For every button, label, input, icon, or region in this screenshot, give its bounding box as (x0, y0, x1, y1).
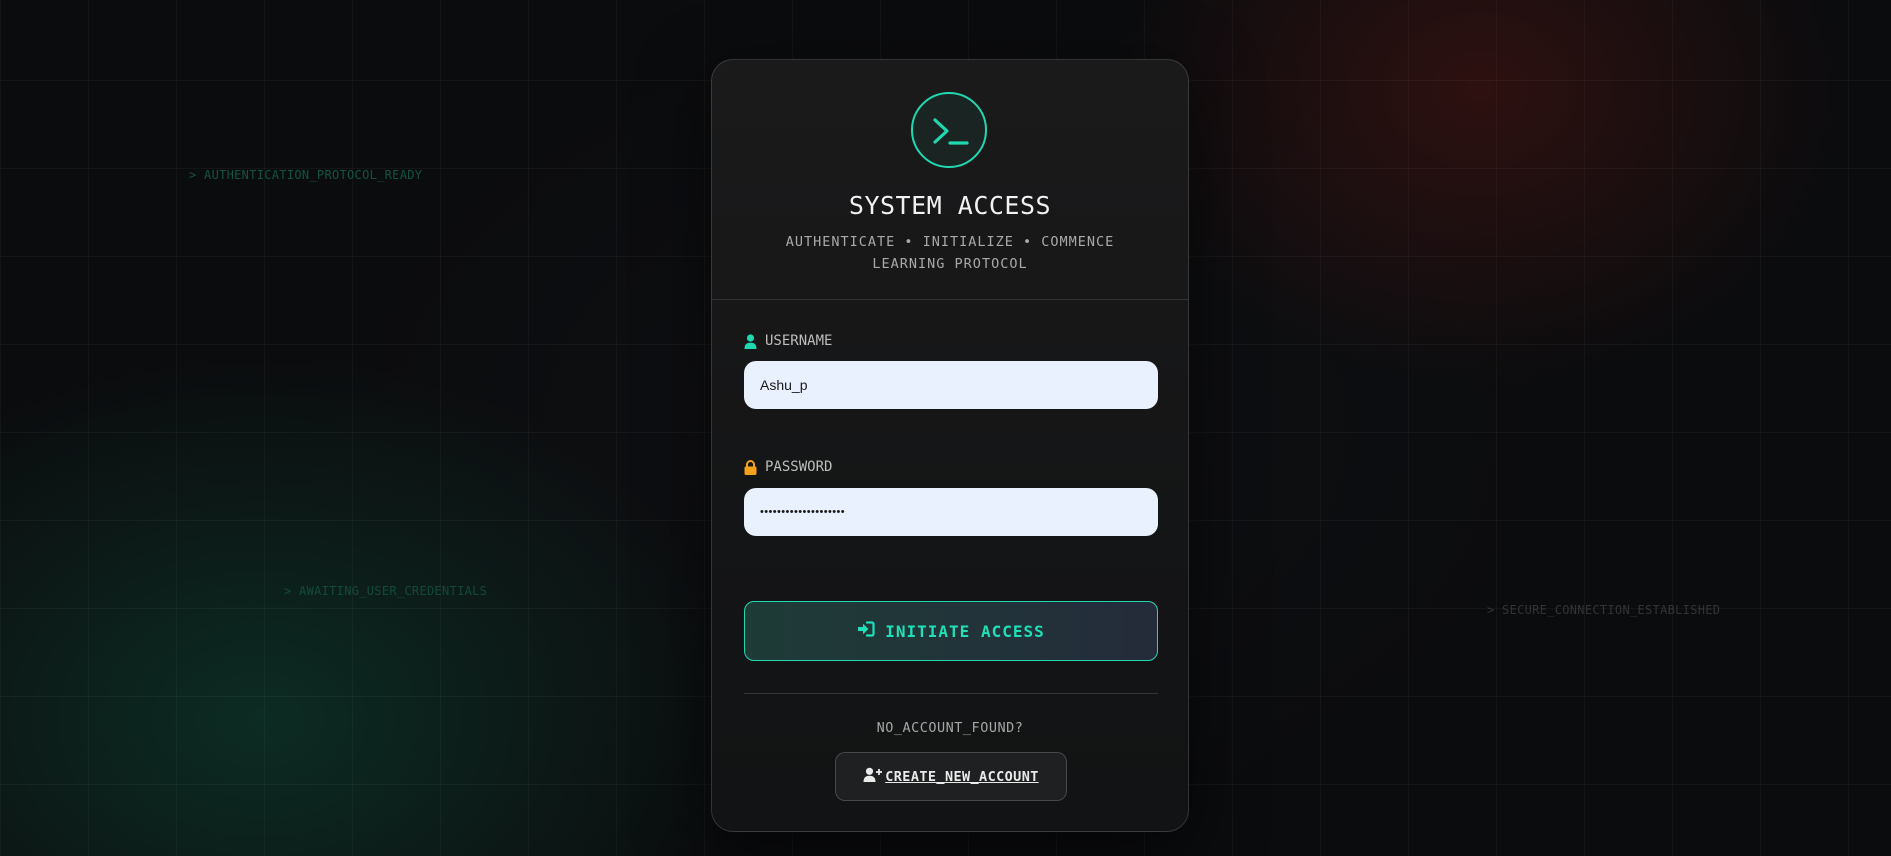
login-card: SYSTEM ACCESS AUTHENTICATE • INITIALIZE … (711, 59, 1189, 832)
lock-icon (744, 459, 757, 475)
initiate-access-button[interactable]: INITIATE ACCESS (744, 601, 1158, 661)
page-subtitle: AUTHENTICATE • INITIALIZE • COMMENCE LEA… (785, 234, 1115, 272)
username-label-text: USERNAME (765, 333, 833, 349)
create-account-button[interactable]: CREATE_NEW_ACCOUNT (835, 752, 1067, 801)
user-icon (744, 333, 757, 349)
user-plus-icon (863, 767, 883, 787)
password-input[interactable] (744, 488, 1158, 536)
sign-in-icon (857, 621, 875, 641)
create-account-label: CREATE_NEW_ACCOUNT (885, 768, 1039, 785)
signup-prompt: NO_ACCOUNT_FOUND? (876, 720, 1024, 736)
floating-status-text: > AWAITING_USER_CREDENTIALS (284, 584, 488, 598)
terminal-prompt-icon (911, 92, 987, 168)
password-label: PASSWORD (744, 458, 832, 476)
password-label-text: PASSWORD (765, 459, 833, 475)
username-label: USERNAME (744, 332, 832, 350)
login-header: SYSTEM ACCESS AUTHENTICATE • INITIALIZE … (712, 60, 1188, 300)
floating-status-text: > SECURE_CONNECTION_ESTABLISHED (1487, 603, 1721, 617)
floating-status-text: > AUTHENTICATION_PROTOCOL_READY (189, 168, 423, 182)
initiate-access-label: INITIATE ACCESS (885, 621, 1045, 641)
divider (744, 693, 1158, 694)
username-input[interactable] (744, 361, 1158, 409)
page-title: SYSTEM ACCESS (848, 191, 1052, 220)
